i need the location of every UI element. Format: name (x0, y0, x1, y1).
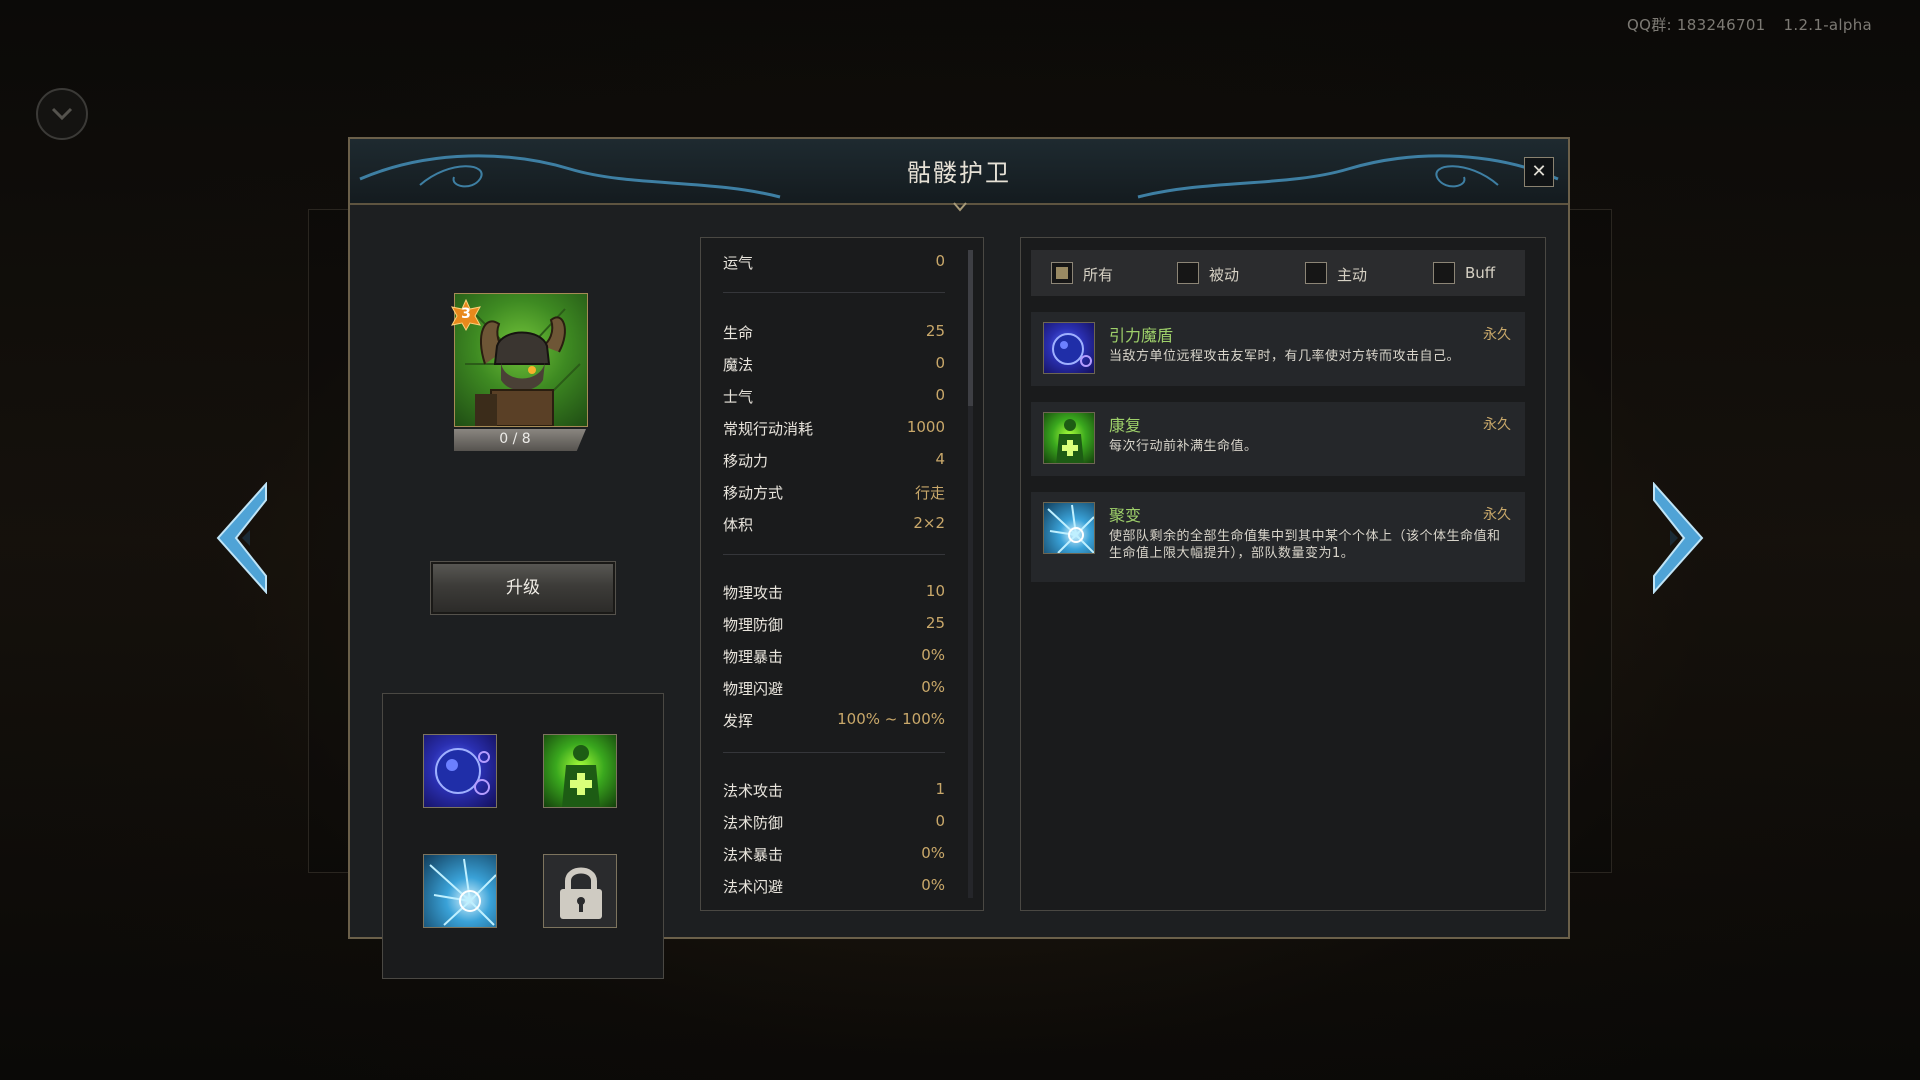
stat-row-magic-dodge: 法术闪避 0% (723, 876, 945, 896)
stat-row-movement: 移动力 4 (723, 450, 945, 470)
stat-row-phys-defense: 物理防御 25 (723, 614, 945, 634)
skill-slots (382, 693, 664, 979)
level-badge: 3 (450, 298, 482, 332)
stat-row-magic-attack: 法术攻击 1 (723, 780, 945, 800)
stat-row-magic-crit: 法术暴击 0% (723, 844, 945, 864)
effect-duration: 永久 (1483, 507, 1511, 523)
xp-text: 0 / 8 (499, 431, 531, 447)
chevron-left-icon (216, 481, 267, 595)
next-unit-button[interactable] (1646, 481, 1708, 595)
collapse-menu-button[interactable] (36, 88, 88, 140)
lock-icon (543, 854, 617, 928)
stats-divider (723, 554, 945, 555)
effect-duration: 永久 (1483, 327, 1511, 343)
filter-all-checkbox[interactable] (1051, 262, 1073, 284)
unit-summary: 3 0 / 8 升级 (350, 203, 670, 979)
stat-row-morale: 士气 0 (723, 386, 945, 406)
effect-card[interactable]: 聚变 永久 使部队剩余的全部生命值集中到其中某个个体上（该个体生命值和生命值上限… (1031, 492, 1525, 582)
previous-unit-button[interactable] (212, 481, 274, 595)
effect-duration: 永久 (1483, 417, 1511, 433)
effect-name: 聚变 (1109, 506, 1142, 525)
upgrade-button[interactable]: 升级 (430, 561, 616, 615)
dialog-header: 骷髅护卫 ✕ (350, 139, 1568, 205)
stat-row-luck: 运气 0 (723, 252, 945, 272)
effect-filter-bar: 所有 被动 主动 Buff (1031, 250, 1525, 296)
stat-row-move-type: 移动方式 行走 (723, 484, 945, 502)
stats-divider (723, 752, 945, 753)
build-version-text: 1.2.1-alpha (1783, 16, 1872, 34)
xp-bar: 0 / 8 (454, 429, 586, 451)
scroll-thumb[interactable] (968, 250, 973, 406)
regeneration-icon[interactable] (543, 734, 617, 808)
fission-icon (1043, 502, 1095, 554)
stat-row-action-cost: 常规行动消耗 1000 (723, 418, 945, 438)
effect-description: 当敌方单位远程攻击友军时，有几率使对方转而攻击自己。 (1109, 349, 1461, 364)
effect-description: 每次行动前补满生命值。 (1109, 439, 1258, 454)
stat-row-phys-crit: 物理暴击 0% (723, 646, 945, 666)
effects-panel: 所有 被动 主动 Buff 引力魔盾 永久 当敌方单位远程攻击友军时，有几率使对… (1020, 237, 1546, 911)
stat-row-performance: 发挥 100% ~ 100% (723, 710, 945, 730)
gravity-shield-icon[interactable] (423, 734, 497, 808)
dialog-title: 骷髅护卫 (907, 159, 1011, 187)
filter-passive-checkbox[interactable] (1177, 262, 1199, 284)
chevron-right-icon (1653, 481, 1704, 595)
qq-group-text: QQ群: 183246701 (1627, 16, 1766, 34)
stat-row-hp: 生命 25 (723, 322, 945, 342)
stats-panel: 运气 0 生命 25 魔法 0 士气 0 常规行动消耗 1000 移动力 4 移动方式 行走 … (700, 237, 984, 911)
filter-active-checkbox[interactable] (1305, 262, 1327, 284)
stats-divider (723, 292, 945, 293)
gravity-shield-icon (1043, 322, 1095, 374)
header-notch-icon (953, 202, 967, 212)
effect-name: 引力魔盾 (1109, 326, 1174, 345)
unit-level: 3 (461, 306, 471, 322)
stat-row-magic-defense: 法术防御 0 (723, 812, 945, 832)
close-button[interactable]: ✕ (1524, 157, 1554, 187)
stat-row-mana: 魔法 0 (723, 354, 945, 374)
stat-row-size: 体积 2×2 (723, 514, 945, 534)
unit-info-dialog: 骷髅护卫 ✕ 3 0 / 8 升级 运气 0 生命 25 魔法 0 士气 0 常… (348, 137, 1570, 979)
version-info: QQ群: 183246701 1.2.1-alpha (1609, 14, 1872, 35)
effect-card[interactable]: 引力魔盾 永久 当敌方单位远程攻击友军时，有几率使对方转而攻击自己。 (1031, 312, 1525, 386)
stats-scrollbar[interactable] (968, 250, 973, 898)
regeneration-icon (1043, 412, 1095, 464)
chevron-down-icon (51, 107, 73, 121)
fission-icon[interactable] (423, 854, 497, 928)
filter-buff-checkbox[interactable] (1433, 262, 1455, 284)
effect-name: 康复 (1109, 416, 1142, 435)
stat-row-phys-attack: 物理攻击 10 (723, 582, 945, 602)
effect-description: 使部队剩余的全部生命值集中到其中某个个体上（该个体生命值和生命值上限大幅提升），… (1109, 529, 1501, 561)
effect-card[interactable]: 康复 永久 每次行动前补满生命值。 (1031, 402, 1525, 476)
stat-row-phys-dodge: 物理闪避 0% (723, 678, 945, 698)
